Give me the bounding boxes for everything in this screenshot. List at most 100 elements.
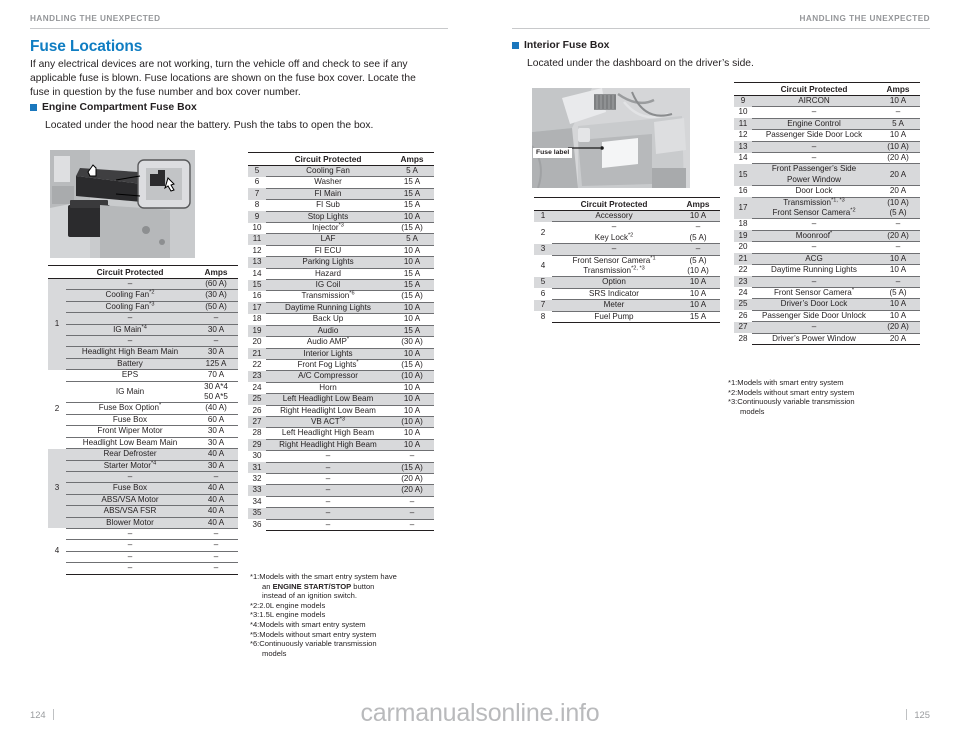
col-num [48, 265, 66, 279]
circuit-amps: 30 A [194, 460, 238, 472]
table-row: 16 Transmission*6 (15 A) [248, 290, 434, 303]
table-row: 21 Interior Lights 10 A [248, 348, 434, 360]
fuse-label-callout: Fuse label [533, 148, 573, 158]
circuit-amps: (50 A) [194, 301, 238, 314]
circuit-amps: (10 A) [390, 416, 434, 429]
table-row: 34– – [248, 496, 434, 509]
left-page: HANDLING THE UNEXPECTED Fuse Locations I… [0, 0, 480, 738]
circuit-name: – [266, 450, 390, 463]
circuit-name: Daytime Running Lights [752, 264, 876, 277]
circuit-name: IG Main [66, 381, 194, 404]
circuit-name: – [266, 496, 390, 509]
intro-paragraph: If any electrical devices are not workin… [30, 59, 416, 99]
circuit-amps: – [194, 335, 238, 348]
circuit-name: – [752, 152, 876, 165]
circuit-name: Front Sensor Camera* [752, 287, 876, 300]
circuit-name: ACG [752, 253, 876, 266]
circuit-name: Blower Motor [66, 517, 194, 529]
circuit-amps: (15 A) [390, 222, 434, 235]
circuit-name: Door Lock [752, 185, 876, 198]
engine-compartment-main-table: Circuit Protected Amps 1– (60 A) Cooling F… [48, 265, 238, 575]
circuit-name: IG Main*4 [66, 324, 194, 337]
table-head: Circuit Protected Amps [734, 82, 920, 96]
fuse-number: 11 [248, 233, 266, 246]
table-header-row: Circuit Protected Amps [248, 152, 434, 166]
circuit-name: – [266, 473, 390, 486]
circuit-name: Right Headlight Low Beam [266, 405, 390, 417]
circuit-name: Left Headlight High Beam [266, 427, 390, 440]
table-row: 23 A/C Compressor (10 A) [248, 370, 434, 383]
circuit-amps: – [390, 450, 434, 463]
table-row: 10 Injector*3 (15 A) [248, 222, 434, 235]
fuse-number: 9 [734, 95, 752, 107]
circuit-name: Headlight High Beam Main [66, 346, 194, 359]
circuit-name: Transmission*1, *3 Front Sensor Camera*2 [752, 197, 876, 220]
circuit-amps: 10 A [390, 393, 434, 406]
fuse-number: 5 [248, 165, 266, 177]
table-row: Cooling Fan*2 (30 A) [48, 289, 238, 302]
heading-engine-label: Engine Compartment Fuse Box [42, 102, 197, 113]
circuit-amps: 15 A [390, 325, 434, 338]
circuit-name: Engine Control [752, 118, 876, 131]
page-number-left: 124 [30, 709, 46, 720]
circuit-amps: 15 A [390, 268, 434, 281]
fuse-number: 32 [252, 473, 262, 483]
circuit-name: – [266, 484, 390, 497]
table-row: 9 Stop Lights 10 A [248, 211, 434, 224]
circuit-amps: 30 A [194, 425, 238, 438]
footnote-line: *2:Models without smart entry system [728, 387, 855, 397]
fuse-number: 7 [534, 299, 552, 312]
col-amps: Amps [194, 265, 238, 279]
footnote-line: *1:Models with smart entry system [728, 378, 844, 387]
circuit-name: EPS [66, 369, 194, 382]
table-row: 6 SRS Indicator 10 A [534, 288, 720, 301]
circuit-amps: 10 A [676, 210, 720, 223]
circuit-amps: 10 A [676, 288, 720, 301]
circuit-name: LAF [266, 233, 390, 246]
footnote-line: *3:Continuously variable transmission [728, 397, 855, 407]
table-row: 1– (60 A) [48, 278, 238, 370]
table-body: 9 AIRCON 10 A 10– –11 Engine Control 5 A 12 Pass… [734, 95, 920, 345]
fuse-number: 6 [540, 288, 546, 298]
circuit-amps: 40 A [194, 505, 238, 518]
circuit-amps: 10 A [390, 302, 434, 315]
table-row: 2 EPS 70 A [48, 369, 238, 413]
fuse-number: 17 [734, 197, 752, 219]
circuit-name: FI Main [266, 188, 390, 201]
circuit-amps: 20 A [876, 185, 920, 198]
fuse-number: 16 [738, 186, 748, 196]
fuse-number: 25 [734, 298, 752, 311]
circuit-amps: 10 A [876, 298, 920, 311]
table-row: 13– (10 A) [734, 141, 920, 154]
fuse-number: 5 [534, 276, 552, 289]
circuit-amps: 5 A [390, 233, 434, 246]
circuit-name: Daytime Running Lights [266, 302, 390, 315]
table-head: Circuit Protected Amps [48, 265, 238, 279]
circuit-name: Meter [552, 299, 676, 312]
table-row: IG Main 30 A*4 50 A*5 [48, 381, 238, 404]
circuit-name: – [66, 278, 194, 291]
fuse-number: 21 [734, 253, 752, 265]
table-body: 5 Cooling Fan 5 A 6 Washer 15 A 7 FI Main 15 A8F… [248, 165, 434, 532]
circuit-name: – [266, 462, 390, 474]
fuse-number: 26 [252, 405, 262, 415]
fuse-number: 14 [252, 268, 262, 278]
fuse-number: 19 [248, 325, 266, 337]
table-row: 6 Washer 15 A [248, 176, 434, 189]
circuit-amps: – [194, 562, 238, 575]
circuit-name: – [266, 519, 390, 532]
circuit-name: Driver’s Power Window [752, 333, 876, 345]
circuit-amps: – [194, 528, 238, 541]
table-row: Front Wiper Motor 30 A [48, 425, 238, 438]
circuit-name: Parking Lights [266, 256, 390, 269]
circuit-name: – [66, 312, 194, 325]
circuit-amps: 10 A [676, 299, 720, 312]
circuit-amps: 70 A [194, 369, 238, 382]
circuit-name: – [66, 539, 194, 552]
table-row: 20 Audio AMP* (30 A) [248, 336, 434, 349]
table-row: 15 Front Passenger’s Side Power Window 20 A [734, 163, 920, 187]
fuse-number: 14 [738, 153, 748, 163]
table-row: 25 Driver’s Door Lock 10 A [734, 298, 920, 311]
footnote-line: *1:Models with the smart entry system ha… [250, 572, 397, 581]
footnotes-left: *1:Models with the smart entry system ha… [250, 572, 460, 658]
